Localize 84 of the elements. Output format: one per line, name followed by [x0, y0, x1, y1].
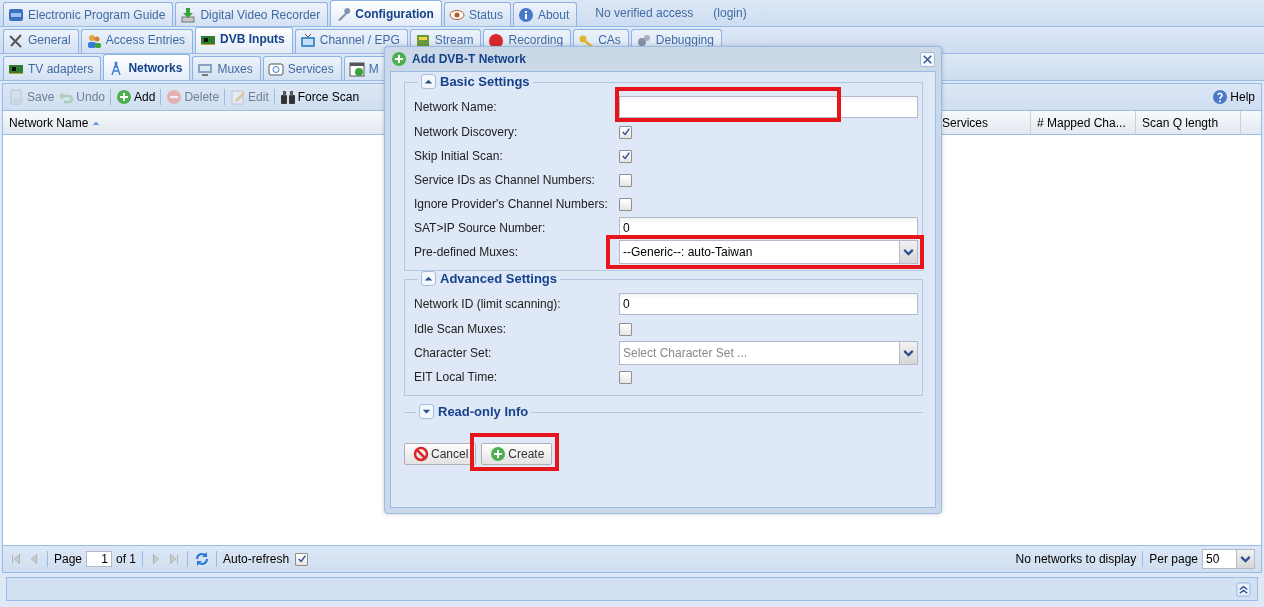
field-label: Network Name:: [414, 100, 498, 114]
tab[interactable]: About: [512, 2, 578, 26]
field-label: Character Set:: [414, 346, 493, 360]
field-label: Skip Initial Scan:: [414, 149, 504, 163]
dropdown-icon: [1236, 550, 1254, 568]
checkbox[interactable]: [619, 322, 632, 336]
section-title: Basic Settings: [440, 74, 530, 89]
dropdown-field[interactable]: --Generic--: auto-Taiwan: [619, 240, 918, 264]
tab[interactable]: Electronic Program Guide: [3, 2, 174, 26]
tv-icon: [299, 33, 316, 49]
tab[interactable]: M: [343, 56, 387, 80]
field-label: Idle Scan Muxes:: [414, 322, 508, 336]
users-icon: [85, 33, 102, 49]
info-icon: [517, 6, 534, 23]
page-label: Page: [54, 552, 83, 566]
dialog-button[interactable]: Cancel: [404, 443, 477, 465]
record-icon: [488, 33, 505, 49]
tab[interactable]: Digital Video Recorder: [175, 2, 329, 26]
tab[interactable]: TV adapters: [3, 56, 102, 80]
page-count: of 1: [116, 552, 137, 566]
tab[interactable]: General: [3, 29, 79, 53]
tab[interactable]: Muxes: [192, 56, 261, 80]
tab[interactable]: Status: [443, 2, 511, 26]
epg-icon: [8, 6, 24, 23]
tab[interactable]: Channel / EPG: [294, 29, 408, 53]
access-status: No verified access: [595, 6, 694, 20]
field-label: Service IDs as Channel Numbers:: [414, 173, 596, 187]
add-icon: [116, 89, 133, 105]
toolbar-button[interactable]: Add: [115, 89, 157, 105]
column-header[interactable]: Scan Q length: [1136, 111, 1241, 134]
gears-icon: [635, 33, 652, 49]
checkbox[interactable]: [619, 173, 632, 187]
help-button[interactable]: Help: [1211, 89, 1256, 105]
checkbox[interactable]: [295, 552, 309, 566]
auto-refresh-label: Auto-refresh: [223, 552, 290, 566]
save-icon: [9, 89, 25, 105]
stream-icon: [414, 33, 431, 49]
toolbar-button[interactable]: Force Scan: [278, 89, 361, 105]
page-field[interactable]: 1: [86, 551, 113, 567]
field-label: EIT Local Time:: [414, 370, 499, 384]
tab[interactable]: Networks: [103, 54, 191, 80]
collapse-icon[interactable]: [1236, 581, 1251, 597]
minus-icon: [166, 89, 183, 105]
binoculars-icon: [279, 89, 296, 105]
close-icon[interactable]: [920, 51, 935, 67]
edit-icon: [230, 89, 247, 105]
help-icon: [1212, 89, 1229, 105]
section-title: Read-only Info: [438, 404, 529, 419]
tab[interactable]: DVB Inputs: [195, 27, 293, 53]
download-icon: [180, 6, 197, 23]
field-label: Network ID (limit scanning):: [414, 297, 562, 311]
section-title: Advanced Settings: [440, 271, 558, 286]
per-page-label: Per page: [1149, 552, 1198, 566]
checkbox[interactable]: [619, 197, 632, 211]
checkbox[interactable]: [619, 125, 632, 139]
dropdown-icon: [899, 342, 917, 364]
collapse-icon[interactable]: [421, 271, 436, 286]
login-link[interactable]: (login): [713, 6, 747, 20]
dropdown-field[interactable]: Select Character Set ...: [619, 341, 918, 365]
refresh-icon[interactable]: [194, 551, 211, 567]
dropdown-icon: [899, 241, 917, 263]
input-field[interactable]: [619, 96, 918, 118]
screen-icon: [267, 60, 284, 77]
dialog-title: Add DVB-T Network: [412, 52, 527, 66]
collapse-icon[interactable]: [421, 74, 436, 89]
calendar-icon: [348, 60, 365, 77]
field-label: Pre-defined Muxes:: [414, 245, 520, 259]
tab[interactable]: Access Entries: [80, 29, 194, 53]
tab[interactable]: Configuration: [330, 0, 442, 26]
add-icon: [490, 446, 507, 462]
field-label: Network Discovery:: [414, 125, 519, 139]
field-label: SAT>IP Source Number:: [414, 221, 547, 235]
tab[interactable]: Services: [262, 56, 342, 80]
prohibited-icon: [413, 446, 429, 462]
add-icon: [391, 51, 407, 67]
column-header[interactable]: # Mapped Cha...: [1031, 111, 1136, 134]
checkbox[interactable]: [619, 149, 632, 163]
paging-status: No networks to display: [1015, 552, 1137, 566]
field-label: Ignore Provider's Channel Numbers:: [414, 197, 609, 211]
input-field[interactable]: 0: [619, 293, 918, 315]
expand-icon[interactable]: [419, 404, 434, 419]
dialog-button[interactable]: Create: [481, 443, 553, 465]
per-page-select[interactable]: 50: [1202, 549, 1255, 569]
checkbox[interactable]: [619, 370, 632, 384]
